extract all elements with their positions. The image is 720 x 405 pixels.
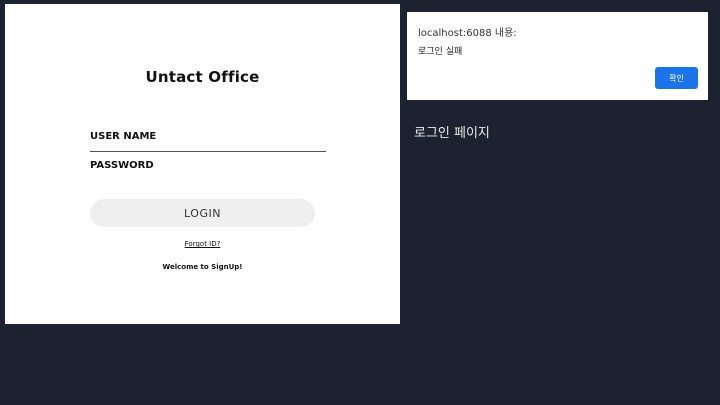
password-field-container	[90, 160, 326, 178]
alert-dialog: localhost:6088 내용: 로그인 실패 확인	[407, 12, 708, 100]
username-input[interactable]	[90, 131, 326, 142]
alert-message: 로그인 실패	[418, 47, 463, 57]
page-caption: 로그인 페이지	[414, 126, 490, 141]
alert-header: localhost:6088 내용:	[418, 28, 517, 39]
login-title: Untact Office	[145, 68, 260, 86]
login-panel: Untact Office LOGIN Forgot ID? Welcome t…	[5, 4, 400, 324]
signup-welcome-text: Welcome to SignUp!	[162, 263, 243, 271]
alert-ok-button[interactable]: 확인	[655, 67, 698, 89]
forgot-id-link[interactable]: Forgot ID?	[5, 240, 400, 248]
password-input[interactable]	[90, 160, 326, 171]
username-field-container	[90, 131, 326, 152]
page-stage: Untact Office LOGIN Forgot ID? Welcome t…	[0, 0, 720, 405]
login-button[interactable]: LOGIN	[90, 199, 315, 227]
